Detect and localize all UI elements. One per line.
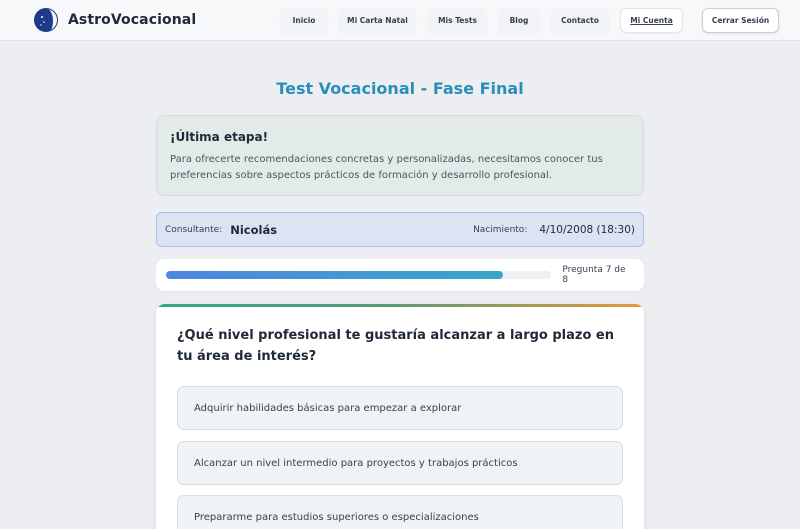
progress-track: [166, 271, 552, 279]
brand-name: AstroVocacional: [68, 12, 197, 28]
question-card: ¿Qué nivel profesional te gustaría alcan…: [156, 304, 644, 529]
progress-card: Pregunta 7 de 8: [156, 259, 644, 291]
card-accent-line: [156, 304, 644, 307]
nav-contacto[interactable]: Contacto: [551, 8, 609, 33]
answer-option-2[interactable]: Alcanzar un nivel intermedio para proyec…: [177, 441, 623, 485]
nav-mi-carta-natal[interactable]: Mi Carta Natal: [339, 8, 416, 33]
answer-option-1[interactable]: Adquirir habilidades básicas para empeza…: [177, 386, 623, 430]
brand[interactable]: AstroVocacional: [34, 8, 196, 32]
answer-option-3[interactable]: Prepararme para estudios superiores o es…: [177, 495, 623, 529]
nav-mi-cuenta[interactable]: Mi Cuenta: [620, 8, 683, 33]
consultant-label: Consultante:: [165, 224, 223, 235]
info-title: ¡Última etapa!: [170, 130, 269, 144]
logout-button[interactable]: Cerrar Sesión: [702, 8, 779, 33]
birth-label: Nacimiento:: [473, 224, 528, 235]
page-title: Test Vocacional - Fase Final: [276, 79, 524, 98]
top-navbar: AstroVocacional Inicio Mi Carta Natal Mi…: [0, 0, 800, 41]
question-text: ¿Qué nivel profesional te gustaría alcan…: [177, 328, 615, 364]
birth-info: Nacimiento: 4/10/2008 (18:30): [473, 224, 635, 236]
progress-fill: [166, 271, 504, 279]
consultant-bar: Consultante: Nicolás Nacimiento: 4/10/20…: [156, 212, 644, 247]
info-text: Para ofrecerte recomendaciones concretas…: [170, 154, 603, 181]
consultant-name: Nicolás: [230, 222, 278, 237]
progress-text: Pregunta 7 de 8: [562, 265, 626, 285]
astro-logo-icon: [34, 8, 58, 32]
info-notice: ¡Última etapa! Para ofrecerte recomendac…: [156, 115, 644, 196]
nav-blog[interactable]: Blog: [498, 8, 540, 33]
nav-inicio[interactable]: Inicio: [280, 8, 328, 33]
nav-mis-tests[interactable]: Mis Tests: [428, 8, 487, 33]
birth-value: 4/10/2008 (18:30): [539, 223, 635, 236]
